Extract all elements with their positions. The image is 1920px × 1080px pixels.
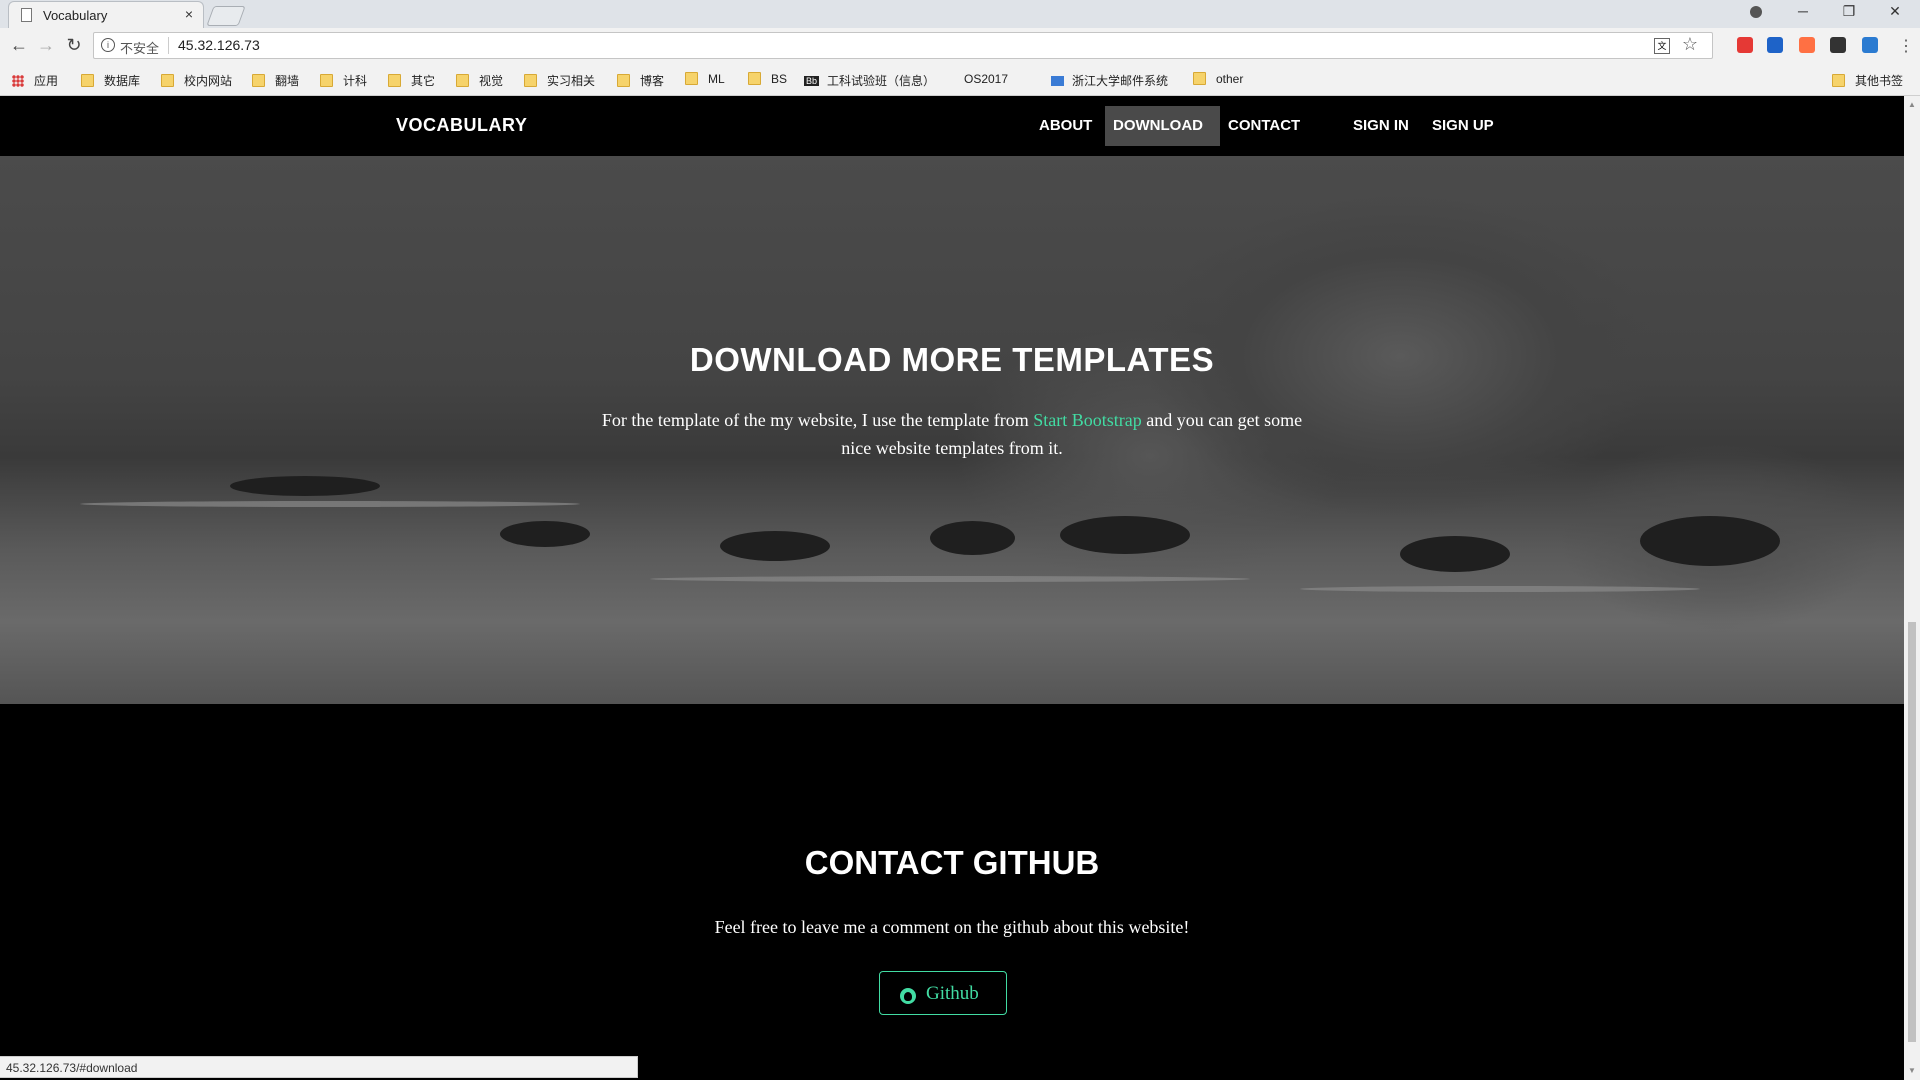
reload-icon[interactable]: ↻ xyxy=(63,35,85,56)
bookmark-folder[interactable]: other xyxy=(1193,72,1243,86)
rock xyxy=(500,521,590,547)
scroll-down-icon[interactable]: ▼ xyxy=(1908,1066,1916,1075)
bookmark-folder[interactable]: 计科 xyxy=(320,72,367,89)
bookmark-folder[interactable]: 视觉 xyxy=(456,72,503,89)
contact-title: CONTACT GITHUB xyxy=(804,844,1100,881)
browser-toolbar: ← → ↻ i 不安全 文 ☆ ⋮ xyxy=(0,28,1920,65)
browser-tab[interactable]: Vocabulary × xyxy=(8,1,204,28)
other-bookmarks-folder[interactable]: 其他书签 xyxy=(1832,72,1903,89)
folder-icon xyxy=(748,72,761,85)
bookmark-folder[interactable]: BS xyxy=(748,72,787,86)
site-icon: Bb xyxy=(804,76,820,86)
bookmark-folder[interactable]: 其它 xyxy=(388,72,435,89)
folder-icon xyxy=(161,74,174,87)
extension-icon[interactable] xyxy=(1737,37,1753,53)
rock xyxy=(720,531,830,561)
page-icon xyxy=(21,8,32,22)
scroll-up-icon[interactable]: ▲ xyxy=(1908,100,1916,109)
bookmark-item[interactable]: 应用 xyxy=(12,72,58,89)
scroll-thumb[interactable] xyxy=(1908,622,1916,1042)
folder-icon xyxy=(456,74,469,87)
bookmark-folder[interactable]: ML xyxy=(685,72,725,86)
status-bar: 45.32.126.73/#download xyxy=(0,1056,638,1078)
bookmark-item[interactable]: OS2017 xyxy=(964,72,1008,182)
bookmark-star-icon[interactable]: ☆ xyxy=(1682,34,1698,55)
security-label[interactable]: 不安全 xyxy=(120,38,159,57)
wave xyxy=(650,576,1250,582)
nav-sign-up[interactable]: SIGN UP xyxy=(1432,117,1494,134)
browser-tab-bar: Vocabulary × ─ ❐ ✕ xyxy=(0,0,1920,28)
folder-icon xyxy=(1832,74,1845,87)
bookmark-folder[interactable]: 博客 xyxy=(617,72,664,89)
github-button-label: Github xyxy=(926,983,979,1004)
rock xyxy=(1060,516,1190,554)
extension-icon[interactable] xyxy=(1799,37,1815,53)
bookmark-folder[interactable]: 实习相关 xyxy=(524,72,595,89)
rock xyxy=(1640,516,1780,566)
back-icon[interactable]: ← xyxy=(8,35,30,56)
close-tab-icon[interactable]: × xyxy=(185,6,193,22)
extension-icon[interactable] xyxy=(1862,37,1878,53)
bookmarks-bar: 应用 数据库 校内网站 翻墙 计科 其它 视觉 实习相关 博客 ML BS Bb… xyxy=(0,64,1920,182)
contact-text: Feel free to leave me a comment on the g… xyxy=(714,917,1190,937)
site-brand[interactable]: VOCABULARY xyxy=(396,115,527,136)
browser-menu-icon[interactable]: ⋮ xyxy=(1898,36,1914,56)
rock xyxy=(1400,536,1510,572)
rock xyxy=(230,476,380,496)
download-title: DOWNLOAD MORE TEMPLATES xyxy=(689,341,1215,378)
mail-icon xyxy=(1051,76,1064,86)
minimize-button[interactable]: ─ xyxy=(1780,3,1826,19)
nav-download[interactable]: DOWNLOAD xyxy=(1113,117,1203,134)
folder-icon xyxy=(1193,72,1206,85)
divider xyxy=(168,37,169,54)
start-bootstrap-link[interactable]: Start Bootstrap xyxy=(1033,410,1142,430)
bookmark-item[interactable]: 浙江大学邮件系统 xyxy=(1051,72,1168,89)
folder-icon xyxy=(617,74,630,87)
extension-icon[interactable] xyxy=(1830,37,1846,53)
nav-sign-in[interactable]: SIGN IN xyxy=(1353,117,1409,134)
github-button[interactable]: Github xyxy=(879,971,1007,1015)
contact-section: CONTACT GITHUB Feel free to leave me a c… xyxy=(0,704,1904,1080)
close-window-button[interactable]: ✕ xyxy=(1872,3,1918,20)
download-section: DOWNLOAD MORE TEMPLATES For the template… xyxy=(0,156,1904,704)
page-scrollbar[interactable]: ▲ ▼ xyxy=(1904,96,1920,1080)
profile-icon[interactable] xyxy=(1750,6,1762,18)
nav-about[interactable]: ABOUT xyxy=(1039,117,1092,134)
extension-icon[interactable] xyxy=(1767,37,1783,53)
maximize-button[interactable]: ❐ xyxy=(1826,3,1872,20)
nav-contact[interactable]: CONTACT xyxy=(1228,117,1300,134)
forward-icon[interactable]: → xyxy=(35,35,57,56)
bookmark-folder[interactable]: 校内网站 xyxy=(161,72,232,89)
folder-icon xyxy=(685,72,698,85)
folder-icon xyxy=(81,74,94,87)
github-icon xyxy=(900,988,916,1004)
bookmark-folder[interactable]: 翻墙 xyxy=(252,72,299,89)
translate-icon[interactable]: 文 xyxy=(1654,38,1670,54)
site-navbar: VOCABULARY ABOUT DOWNLOAD CONTACT SIGN I… xyxy=(0,96,1904,156)
bookmark-folder[interactable]: 数据库 xyxy=(81,72,140,89)
url-input[interactable] xyxy=(178,37,1578,53)
tab-title: Vocabulary xyxy=(43,8,108,23)
bookmark-item[interactable]: Bb 工科试验班（信息） xyxy=(804,72,935,89)
rock xyxy=(930,521,1015,555)
apps-icon xyxy=(12,75,24,87)
address-bar[interactable]: i 不安全 文 ☆ xyxy=(93,32,1713,59)
new-tab-button[interactable] xyxy=(206,6,246,26)
wave xyxy=(1300,586,1700,592)
info-icon[interactable]: i xyxy=(101,38,115,52)
download-text: For the template of the my website, I us… xyxy=(601,410,1303,458)
folder-icon xyxy=(252,74,265,87)
folder-icon xyxy=(388,74,401,87)
folder-icon xyxy=(320,74,333,87)
folder-icon xyxy=(524,74,537,87)
page-viewport: VOCABULARY ABOUT DOWNLOAD CONTACT SIGN I… xyxy=(0,96,1904,1080)
wave xyxy=(80,501,580,507)
